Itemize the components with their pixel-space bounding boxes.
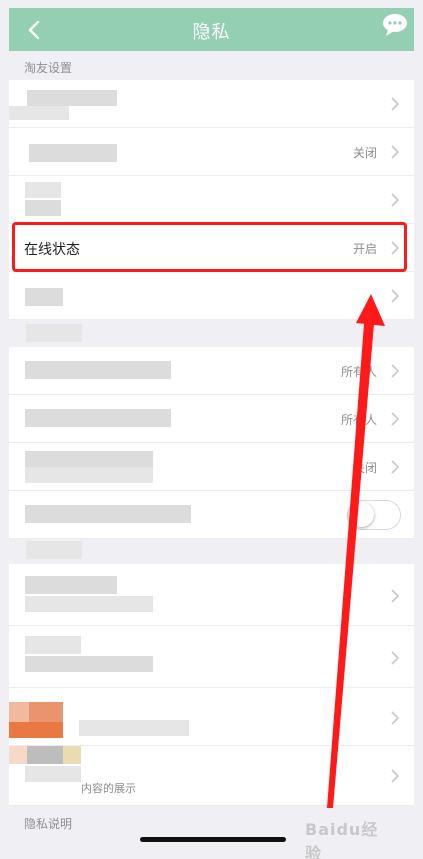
settings-row-6[interactable]: 所有人 <box>9 347 414 395</box>
blurred-text <box>27 90 117 106</box>
settings-row-5[interactable] <box>9 272 414 320</box>
blurred-text <box>25 467 153 483</box>
avatar-blur <box>9 746 27 764</box>
chevron-right-icon <box>391 97 400 111</box>
section-label-friends: 淘友设置 <box>24 61 73 75</box>
settings-row-1[interactable] <box>9 80 414 128</box>
chevron-right-icon <box>391 651 400 665</box>
nav-header: 隐私 <box>9 8 414 51</box>
row-value: 关闭 <box>352 461 377 475</box>
chevron-right-icon <box>391 145 400 159</box>
row-value: 关闭 <box>352 146 377 160</box>
settings-row-8[interactable]: 关闭 <box>9 443 414 491</box>
chat-bubble-icon[interactable] <box>380 12 410 38</box>
blurred-text <box>25 409 171 427</box>
settings-row-11[interactable] <box>9 626 414 688</box>
row-partial-text: 内容的展示 <box>81 782 136 795</box>
settings-row-10[interactable] <box>9 564 414 626</box>
privacy-toggle[interactable] <box>347 500 401 530</box>
chevron-right-icon <box>391 289 400 303</box>
page-title: 隐私 <box>192 22 231 43</box>
chevron-right-icon <box>391 589 400 603</box>
chevron-right-icon <box>391 711 400 725</box>
blurred-text <box>25 596 153 612</box>
watermark-text: Baidu经验 <box>305 820 379 859</box>
row-value: 所有人 <box>340 413 377 427</box>
chevron-right-icon <box>391 412 400 426</box>
settings-row-13[interactable]: 内容的展示 <box>9 746 414 806</box>
settings-row-12[interactable] <box>9 688 414 746</box>
blurred-text <box>25 288 63 306</box>
row-value: 所有人 <box>340 365 377 379</box>
blurred-text <box>25 656 153 672</box>
annotation-highlight-box <box>12 222 407 272</box>
chevron-right-icon <box>391 769 400 783</box>
home-indicator[interactable] <box>140 837 286 842</box>
settings-row-9[interactable] <box>9 491 414 539</box>
chevron-right-icon <box>391 193 400 207</box>
avatar-blur <box>63 746 81 764</box>
settings-row-3[interactable] <box>9 176 414 224</box>
blurred-text <box>25 361 171 379</box>
settings-row-7[interactable]: 所有人 <box>9 395 414 443</box>
blurred-text <box>25 766 81 782</box>
section-label-privacy-info: 隐私说明 <box>24 817 73 831</box>
blurred-text <box>25 451 153 467</box>
baidu-watermark: Baidu经验 <box>305 812 393 859</box>
avatar-blur <box>9 702 29 722</box>
settings-row-2[interactable]: 关闭 <box>9 128 414 176</box>
blurred-text <box>25 182 61 198</box>
avatar-blur <box>29 702 63 722</box>
blurred-section-label <box>26 324 82 342</box>
blurred-section-label <box>26 541 82 559</box>
avatar-blur <box>9 722 63 738</box>
blurred-text <box>25 505 191 523</box>
blurred-text <box>25 200 61 216</box>
toggle-knob <box>349 502 374 527</box>
blurred-text <box>29 144 117 162</box>
chevron-right-icon <box>391 364 400 378</box>
blurred-text <box>25 576 117 594</box>
blurred-text <box>9 106 69 120</box>
blurred-text <box>79 720 189 736</box>
avatar-blur <box>27 746 63 764</box>
chevron-right-icon <box>391 460 400 474</box>
blurred-text <box>25 636 81 654</box>
